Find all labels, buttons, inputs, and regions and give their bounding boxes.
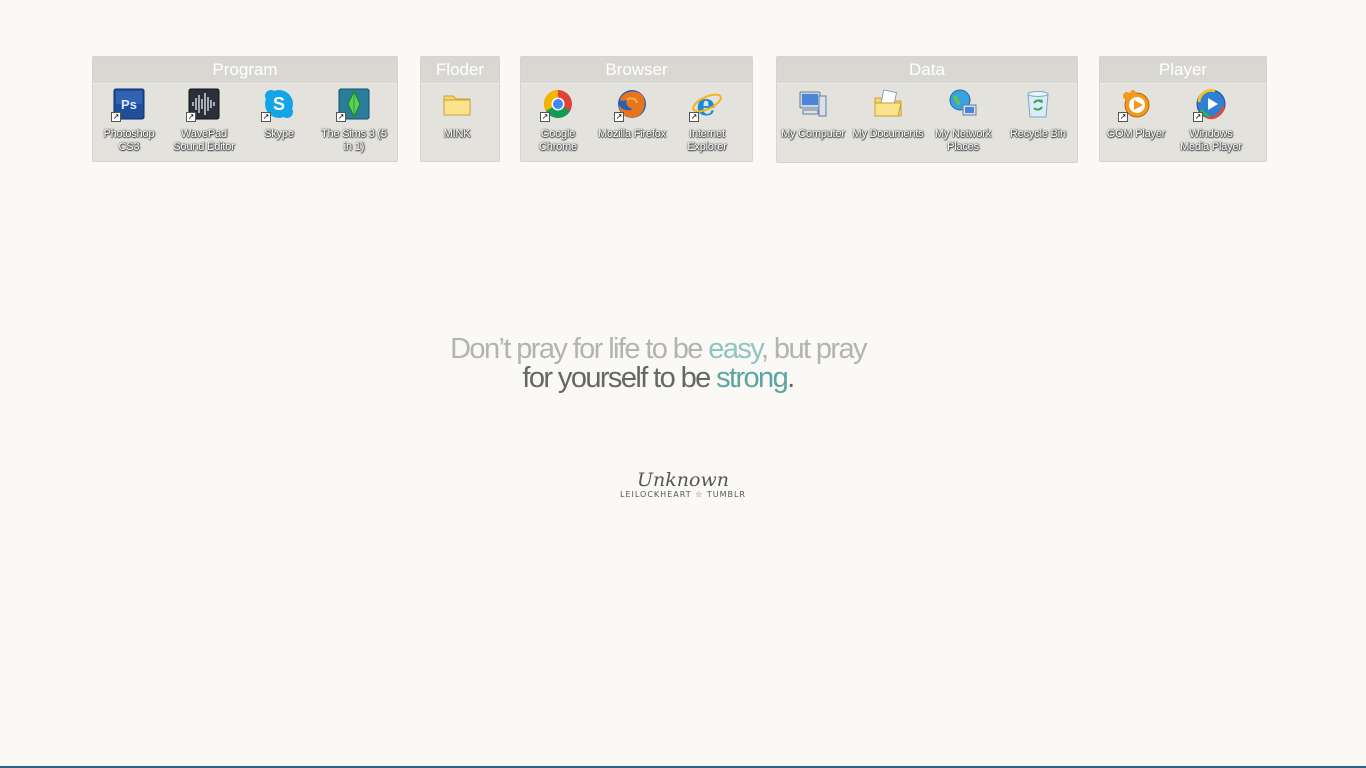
fence-title[interactable]: Player: [1100, 57, 1266, 84]
icon-label: Google Chrome: [539, 128, 577, 153]
fence-title[interactable]: Data: [777, 57, 1077, 84]
fence-icons: MINK: [421, 84, 499, 162]
fence-data: Data My Computer My Documents My Network…: [776, 56, 1078, 163]
icon-label: My Documents: [852, 128, 924, 140]
desktop-icon-my-documents[interactable]: My Documents: [852, 88, 924, 141]
desktop-icon-gom-player[interactable]: ↗ GOM Player: [1100, 88, 1172, 141]
fence-program: Program Ps ↗ Photoshop CS3 ↗ WavePad Sou…: [92, 56, 398, 162]
icon-label: The Sims 3 (5 in 1): [321, 128, 387, 153]
documents-icon: [874, 89, 902, 117]
shortcut-arrow-icon: ↗: [261, 112, 271, 122]
network-icon: [949, 89, 977, 116]
icon-label: Photoshop CS3: [103, 128, 155, 153]
desktop-icon-my-network-places[interactable]: My Network Places: [927, 88, 999, 154]
fence-browser: Browser ↗ Google Chrome ↗ Mozilla Firefo…: [520, 56, 753, 162]
shortcut-arrow-icon: ↗: [336, 112, 346, 122]
desktop-icon-windows-media-player[interactable]: ↗ Windows Media Player: [1175, 88, 1247, 154]
shortcut-arrow-icon: ↗: [111, 112, 121, 122]
quote-text: for yourself to be: [522, 362, 717, 394]
icon-label: WavePad Sound Editor: [173, 128, 235, 153]
quote-text: Don’t pray for life to be: [450, 333, 709, 365]
shortcut-arrow-icon: ↗: [689, 112, 699, 122]
fence-title[interactable]: Floder: [421, 57, 499, 84]
quote-accent-strong: strong: [716, 362, 789, 394]
desktop-icon-sims[interactable]: ↗ The Sims 3 (5 in 1): [318, 88, 390, 154]
fence-player: Player ↗ GOM Player ↗ Windows Media Play…: [1099, 56, 1267, 162]
fence-icons: ↗ GOM Player ↗ Windows Media Player: [1100, 84, 1266, 162]
icon-label: GOM Player: [1106, 128, 1166, 140]
shortcut-arrow-icon: ↗: [614, 112, 624, 122]
fence-title[interactable]: Browser: [521, 57, 752, 84]
signature-credit: LEILOCKHEART ☆ TUMBLR: [620, 490, 746, 499]
recycle-bin-icon: [1027, 91, 1049, 118]
fence-icons: ↗ Google Chrome ↗ Mozilla Firefox e ↗ In…: [521, 84, 752, 162]
quote-text: , but pray: [761, 333, 868, 365]
desktop-icon-recycle-bin[interactable]: Recycle Bin: [1002, 88, 1074, 141]
shortcut-arrow-icon: ↗: [1118, 112, 1128, 122]
desktop-icon-skype[interactable]: S ↗ Skype: [243, 88, 315, 141]
shortcut-arrow-icon: ↗: [1193, 112, 1203, 122]
desktop-icon-photoshop[interactable]: Ps ↗ Photoshop CS3: [93, 88, 165, 154]
icon-label: Internet Explorer: [687, 128, 727, 153]
fence-floder: Floder MINK: [420, 56, 500, 162]
fence-icons: Ps ↗ Photoshop CS3 ↗ WavePad Sound Edito…: [93, 84, 397, 162]
fence-title[interactable]: Program: [93, 57, 397, 84]
quote-accent-easy: easy: [708, 333, 762, 365]
icon-label: Windows Media Player: [1180, 128, 1242, 153]
icon-label: Recycle Bin: [1010, 128, 1066, 140]
shortcut-arrow-icon: ↗: [540, 112, 550, 122]
fence-icons: My Computer My Documents My Network Plac…: [777, 84, 1077, 162]
wallpaper-quote: Don’t pray for life to be easy, but pray…: [0, 333, 1366, 394]
quote-line-1: Don’t pray for life to be easy, but pray: [0, 333, 1366, 365]
desktop-icon-my-computer[interactable]: My Computer: [777, 88, 849, 141]
svg-text:e: e: [696, 88, 715, 120]
svg-text:Ps: Ps: [121, 97, 137, 112]
quote-line-2: for yourself to be strong.: [0, 362, 1366, 394]
icon-label: Mozilla Firefox: [598, 128, 666, 140]
svg-text:S: S: [273, 94, 285, 114]
icon-label: Skype: [264, 128, 294, 140]
icon-label: My Network Places: [934, 128, 992, 153]
desktop-icon-chrome[interactable]: ↗ Google Chrome: [522, 88, 594, 154]
desktop: Program Ps ↗ Photoshop CS3 ↗ WavePad Sou…: [0, 0, 1366, 768]
icon-label: MINK: [443, 128, 471, 140]
signature-name: Unknown: [637, 469, 729, 491]
shortcut-arrow-icon: ↗: [186, 112, 196, 122]
desktop-icon-ie[interactable]: e ↗ Internet Explorer: [671, 88, 743, 154]
folder-icon: [443, 95, 471, 116]
desktop-icon-wavepad[interactable]: ↗ WavePad Sound Editor: [168, 88, 240, 154]
desktop-icon-firefox[interactable]: ↗ Mozilla Firefox: [596, 88, 668, 141]
wallpaper-signature: Unknown LEILOCKHEART ☆ TUMBLR: [600, 470, 766, 499]
icon-label: My Computer: [781, 128, 845, 140]
desktop-icon-mink[interactable]: MINK: [421, 88, 493, 141]
computer-icon: [799, 91, 827, 117]
quote-text: .: [787, 362, 795, 394]
